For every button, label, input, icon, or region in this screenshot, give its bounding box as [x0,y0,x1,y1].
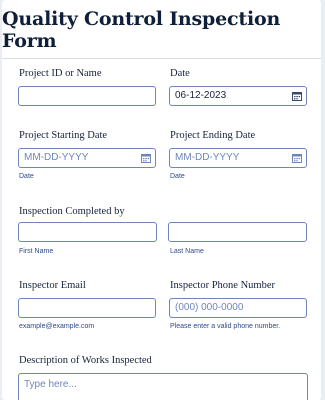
end-date-sublabel: Date [170,173,185,180]
form-card: Quality Control Inspection Form Project … [2,0,321,400]
phone-placeholder: (000) 000-0000 [175,302,244,313]
form-title: Quality Control Inspection Form [2,8,281,52]
start-date-label: Project Starting Date [19,130,108,141]
email-sublabel: example@example.com [19,323,95,330]
description-label: Description of Works Inspected [19,355,152,366]
description-textarea[interactable]: Type here... [18,373,308,400]
inspector-label: Inspection Completed by [19,206,125,217]
start-date-placeholder: MM-DD-YYYY [24,152,89,163]
form-header: Quality Control Inspection Form [2,0,321,59]
end-date-label: Project Ending Date [170,130,256,141]
calendar-icon[interactable] [141,153,151,163]
email-input[interactable] [18,298,156,318]
start-date-sublabel: Date [19,173,34,180]
description-placeholder: Type here... [24,379,77,390]
date-label: Date [170,68,190,79]
end-date-placeholder: MM-DD-YYYY [175,152,240,163]
last-name-sublabel: Last Name [170,248,204,255]
start-date-input[interactable]: MM-DD-YYYY [18,148,156,168]
last-name-input[interactable] [168,222,307,242]
date-input[interactable]: 06-12-2023 [169,86,307,106]
phone-sublabel: Please enter a valid phone number. [170,323,281,330]
phone-label: Inspector Phone Number [170,280,275,291]
calendar-icon[interactable] [292,91,302,101]
first-name-sublabel: First Name [19,248,54,255]
project-id-input[interactable] [18,86,156,106]
date-value: 06-12-2023 [175,90,227,101]
project-id-label: Project ID or Name [19,68,102,79]
end-date-input[interactable]: MM-DD-YYYY [169,148,307,168]
first-name-input[interactable] [18,222,157,242]
email-label: Inspector Email [19,280,86,291]
calendar-icon[interactable] [292,153,302,163]
phone-input[interactable]: (000) 000-0000 [169,298,307,318]
